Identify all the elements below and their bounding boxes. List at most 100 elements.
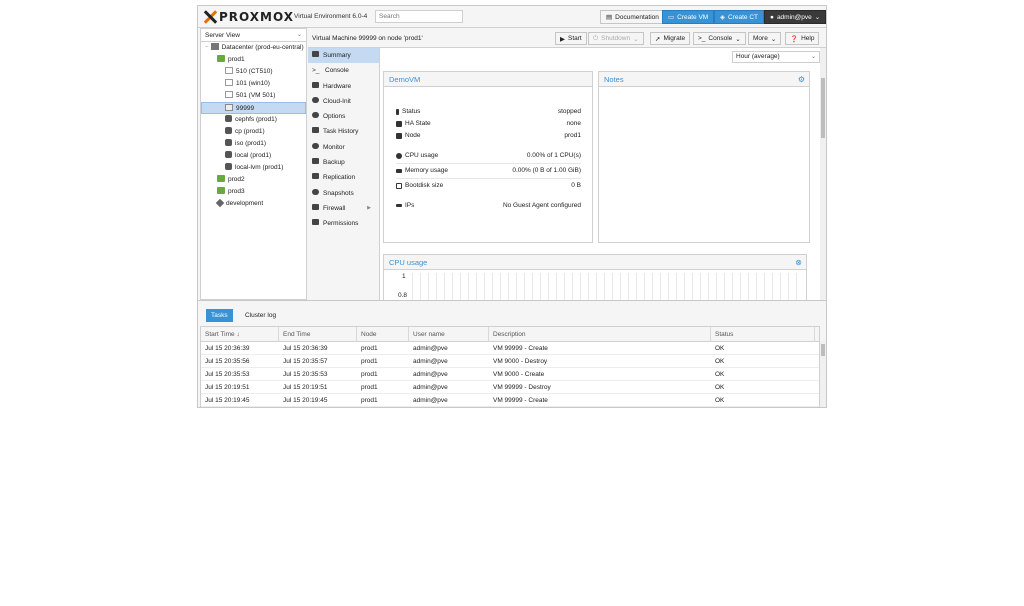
- tree-node-prod3[interactable]: prod3: [201, 186, 306, 198]
- terminal-icon: >_: [312, 67, 320, 75]
- tree-node-storage-iso[interactable]: iso (prod1): [201, 138, 306, 150]
- tree-node-datacenter[interactable]: − Datacenter (prod-eu-central): [201, 42, 306, 54]
- status-value: stopped: [557, 108, 581, 115]
- send-icon: ➚: [655, 35, 661, 43]
- tree-node-vm99999[interactable]: 99999: [201, 102, 306, 114]
- tree-node-label: local (prod1): [235, 152, 272, 159]
- storage-icon: [225, 115, 232, 122]
- cpu-chart-grid: [412, 273, 804, 303]
- tree-node-label: development: [226, 200, 264, 207]
- shutdown-button[interactable]: ⏻ Shutdown ⌄: [588, 32, 644, 45]
- chevron-right-icon: ▶: [367, 204, 371, 211]
- start-button[interactable]: ▶ Start: [555, 32, 587, 45]
- storage-icon: [225, 127, 232, 134]
- table-row[interactable]: Jul 15 20:19:45 Jul 15 20:19:45 prod1 ad…: [201, 394, 819, 407]
- exchange-icon: [396, 204, 402, 207]
- cell-start-time: Jul 15 20:35:56: [205, 358, 250, 365]
- nav-monitor[interactable]: Monitor: [308, 140, 379, 155]
- tree-node-label: prod3: [228, 188, 245, 195]
- nav-console[interactable]: >_ Console: [308, 63, 379, 78]
- tab-tasks[interactable]: Tasks: [206, 309, 233, 322]
- history-icon: [312, 188, 319, 195]
- tree-node-prod1[interactable]: prod1: [201, 54, 306, 66]
- proxmox-logo[interactable]: PROXMOX: [203, 9, 294, 25]
- cpu-usage-row: CPU usage 0.00% of 1 CPU(s): [396, 152, 581, 159]
- cell-end-time: Jul 15 20:19:51: [283, 384, 328, 391]
- building-icon: [396, 132, 402, 139]
- documentation-button[interactable]: ▤ Documentation: [600, 10, 665, 24]
- cpu-tick-1: 1: [402, 273, 406, 280]
- tab-cluster-log[interactable]: Cluster log: [240, 309, 281, 322]
- nav-permissions[interactable]: Permissions: [308, 216, 379, 231]
- cell-end-time: Jul 15 20:35:53: [283, 371, 328, 378]
- cell-end-time: Jul 15 20:36:39: [283, 345, 328, 352]
- timeframe-select[interactable]: Hour (average) ⌄: [732, 51, 820, 63]
- column-user-name[interactable]: User name: [409, 327, 489, 342]
- migrate-label: Migrate: [663, 35, 686, 42]
- node-icon: [217, 55, 225, 62]
- eye-icon: [312, 142, 319, 149]
- list-icon: [312, 127, 319, 134]
- tree-node-development[interactable]: development: [201, 198, 306, 210]
- cell-start-time: Jul 15 20:36:39: [205, 345, 250, 352]
- vm-icon: [225, 91, 233, 98]
- cell-status: OK: [715, 371, 725, 378]
- reset-zoom-icon[interactable]: ⊗: [795, 258, 802, 267]
- storage-icon: [225, 163, 232, 170]
- table-row[interactable]: Jul 15 20:36:39 Jul 15 20:36:39 prod1 ad…: [201, 342, 819, 355]
- nav-snapshots[interactable]: Snapshots: [308, 186, 379, 201]
- console-button[interactable]: >_ Console ⌄: [693, 32, 746, 45]
- create-ct-button[interactable]: ◈ Create CT: [714, 10, 764, 24]
- nav-summary[interactable]: Summary: [308, 48, 379, 64]
- table-row[interactable]: Jul 15 20:19:51 Jul 15 20:19:51 prod1 ad…: [201, 381, 819, 394]
- tree-node-ct510[interactable]: 510 (CT510): [201, 66, 306, 78]
- column-end-time[interactable]: End Time: [279, 327, 357, 342]
- scroll-thumb[interactable]: [821, 78, 825, 138]
- tree-node-storage-cp[interactable]: cp (prod1): [201, 126, 306, 138]
- tree-node-vm101[interactable]: 101 (win10): [201, 78, 306, 90]
- table-scrollbar[interactable]: [820, 341, 826, 407]
- tree-node-storage-cephfs[interactable]: cephfs (prod1): [201, 114, 306, 126]
- column-description[interactable]: Description: [489, 327, 711, 342]
- migrate-button[interactable]: ➚ Migrate: [650, 32, 691, 45]
- vm-nav: Summary >_ Console Hardware Cloud-Init Op…: [308, 48, 380, 300]
- nav-task-history[interactable]: Task History: [308, 124, 379, 139]
- column-start-time[interactable]: Start Time ↓: [201, 327, 279, 342]
- storage-icon: [225, 139, 232, 146]
- tree-node-vm501[interactable]: 501 (VM 501): [201, 90, 306, 102]
- nav-cloud-init[interactable]: Cloud-Init: [308, 94, 379, 109]
- create-vm-button[interactable]: ▭ Create VM: [662, 10, 715, 24]
- user-menu-button[interactable]: ● admin@pve ⌄: [764, 10, 826, 24]
- tree-node-storage-local[interactable]: local (prod1): [201, 150, 306, 162]
- content-scrollbar[interactable]: [820, 48, 826, 300]
- column-node[interactable]: Node: [357, 327, 409, 342]
- ha-state-label: HA State: [405, 120, 431, 127]
- scroll-thumb[interactable]: [821, 344, 825, 356]
- nav-options[interactable]: Options: [308, 109, 379, 124]
- help-button[interactable]: ❓ Help: [785, 32, 820, 45]
- table-row[interactable]: Jul 15 20:35:53 Jul 15 20:35:53 prod1 ad…: [201, 368, 819, 381]
- search-input[interactable]: [375, 10, 463, 23]
- chevron-down-icon: ⌄: [633, 35, 639, 43]
- chevron-down-icon: ⌄: [814, 14, 821, 21]
- nav-replication[interactable]: Replication: [308, 170, 379, 185]
- nav-hardware[interactable]: Hardware: [308, 79, 379, 94]
- user-icon: ●: [770, 13, 774, 21]
- help-label: Help: [801, 35, 815, 42]
- cpu-usage-label: CPU usage: [405, 152, 439, 159]
- table-row[interactable]: Jul 15 20:35:56 Jul 15 20:35:57 prod1 ad…: [201, 355, 819, 368]
- nav-label: Task History: [323, 128, 359, 136]
- gear-icon[interactable]: ⚙: [798, 75, 805, 84]
- tree-node-label: prod1: [228, 56, 245, 63]
- nav-backup[interactable]: Backup: [308, 155, 379, 170]
- node-row: Node prod1: [396, 132, 581, 139]
- tree-node-prod2[interactable]: prod2: [201, 174, 306, 186]
- cell-status: OK: [715, 345, 725, 352]
- memory-usage-value: 0.00% (0 B of 1.00 GiB): [512, 167, 581, 174]
- tree-node-storage-local-lvm[interactable]: local-lvm (prod1): [201, 162, 306, 174]
- notes-panel: Notes ⚙: [598, 71, 810, 243]
- view-selector[interactable]: Server View ⌄: [201, 29, 306, 42]
- nav-firewall[interactable]: Firewall ▶: [308, 201, 379, 216]
- more-button[interactable]: More ⌄: [748, 32, 782, 45]
- column-status[interactable]: Status: [711, 327, 815, 342]
